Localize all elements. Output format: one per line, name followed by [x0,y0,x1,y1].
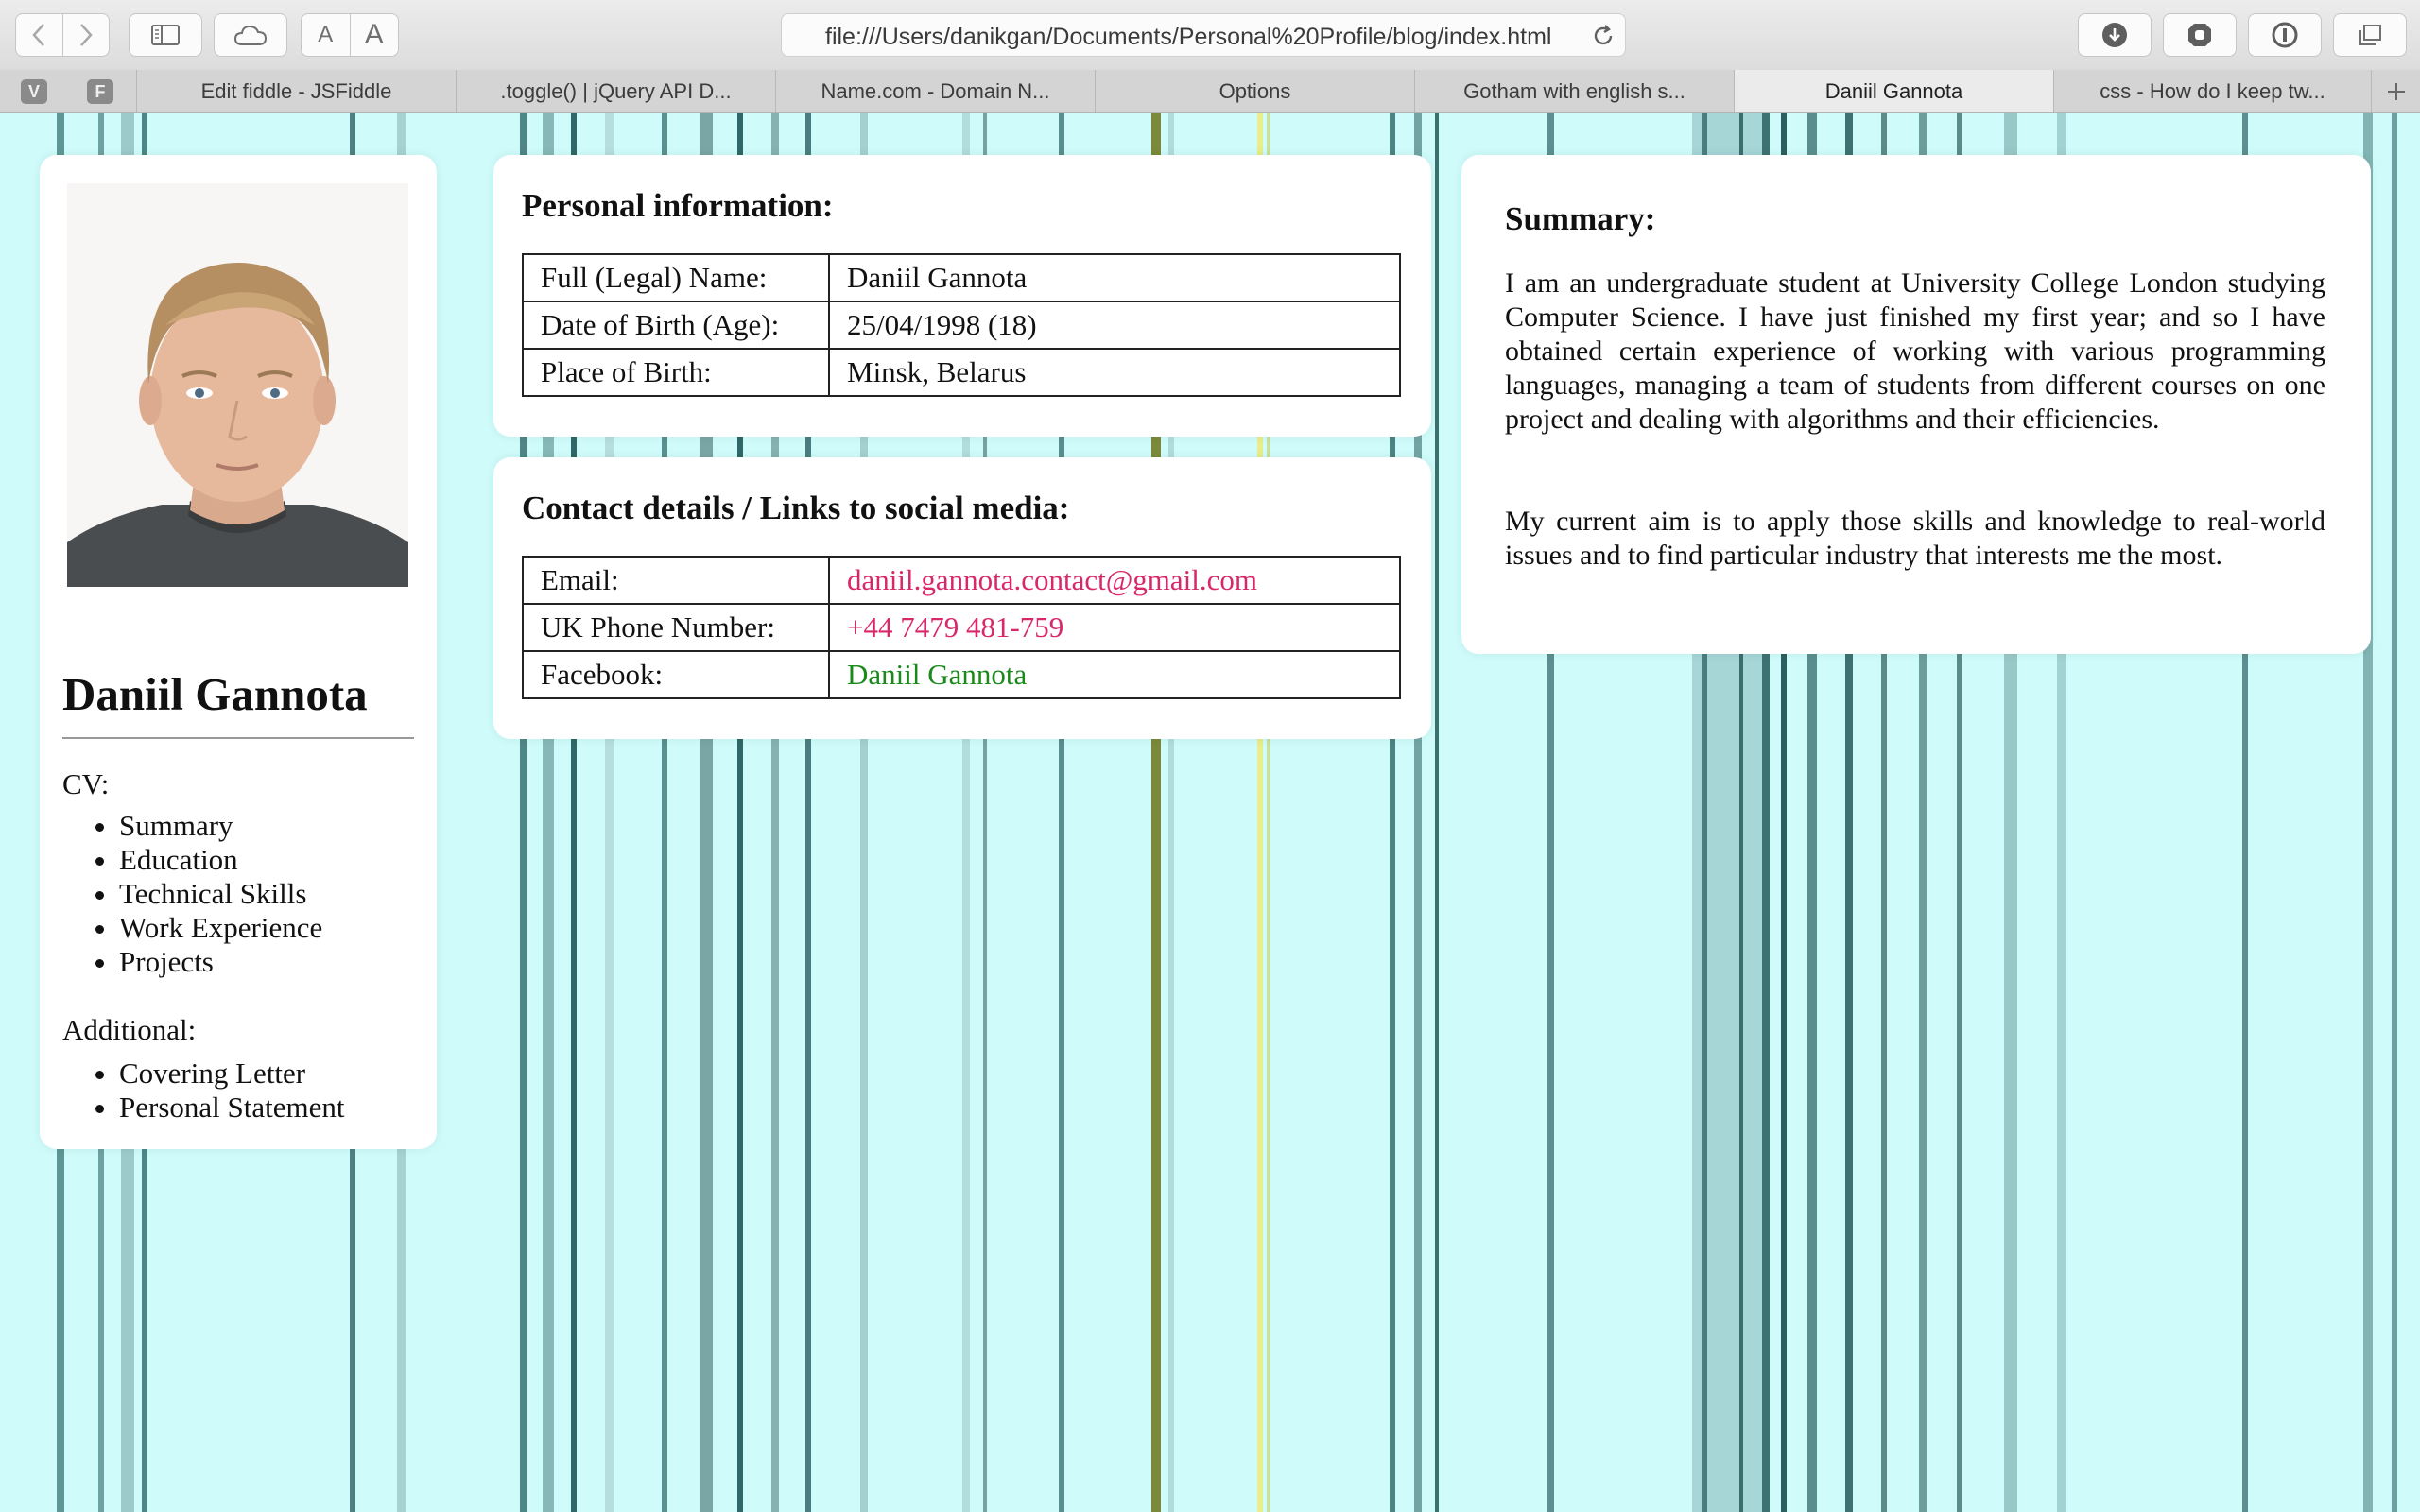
tab-gotham[interactable]: Gotham with english s... [1414,70,1734,112]
back-button[interactable] [16,14,62,56]
cv-link-work-experience[interactable]: Work Experience [119,911,322,945]
phone-link[interactable]: +44 7479 481-759 [828,603,1401,652]
facebook-link[interactable]: Daniil Gannota [828,650,1401,699]
cv-link-projects[interactable]: Projects [119,945,322,979]
table-row: Date of Birth (Age): 25/04/1998 (18) [522,301,1401,350]
extension-button[interactable] [2163,13,2237,57]
divider [62,737,414,739]
tab-bar: V F Edit fiddle - JSFiddle .toggle() | j… [0,70,2420,113]
pinned-tab-v[interactable]: V [21,79,47,104]
sidebar-button[interactable] [129,13,202,57]
text-larger-button[interactable]: A [349,14,399,56]
tab-jquery-toggle[interactable]: .toggle() | jQuery API D... [456,70,775,112]
additional-link-personal-statement[interactable]: Personal Statement [119,1091,344,1125]
field-label: Email: [522,556,830,605]
reload-icon[interactable] [1591,24,1616,48]
field-label: Place of Birth: [522,348,830,397]
downloads-button[interactable] [2078,13,2152,57]
field-label: UK Phone Number: [522,603,830,652]
profile-name: Daniil Gannota [62,668,368,720]
additional-link-covering-letter[interactable]: Covering Letter [119,1057,344,1091]
download-icon [2102,23,2127,47]
field-value: Minsk, Belarus [828,348,1401,397]
summary-card: Summary: I am an undergraduate student a… [1461,155,2371,654]
profile-photo [67,183,408,587]
tab-daniil-gannota[interactable]: Daniil Gannota [1734,70,2053,112]
pinned-tab-f[interactable]: F [87,79,113,104]
cv-link-technical-skills[interactable]: Technical Skills [119,877,322,911]
field-label: Date of Birth (Age): [522,301,830,350]
chevron-left-icon [32,24,45,46]
table-row: Full (Legal) Name: Daniil Gannota [522,253,1401,302]
table-row: Facebook: Daniil Gannota [522,650,1401,699]
contact-title: Contact details / Links to social media: [522,490,1070,526]
cv-label: CV: [62,767,110,800]
text-smaller-button[interactable]: A [302,14,350,56]
tab-css-question[interactable]: css - How do I keep tw... [2053,70,2371,112]
profile-card: Daniil Gannota CV: Summary Education Tec… [40,155,437,1149]
show-all-tabs-button[interactable] [2333,13,2407,57]
icloud-tabs-button[interactable] [214,13,287,57]
browser-toolbar: A A file:///Users/danikgan/Documents/Per… [0,0,2420,71]
password-manager-button[interactable] [2248,13,2322,57]
tab-options[interactable]: Options [1095,70,1414,112]
background-stripe [2392,113,2397,1512]
tab-jsfiddle[interactable]: Edit fiddle - JSFiddle [136,70,456,112]
table-row: Email: daniil.gannota.contact@gmail.com [522,556,1401,605]
cv-link-education[interactable]: Education [119,843,322,877]
field-label: Facebook: [522,650,830,699]
sidebar-icon [151,25,180,45]
summary-paragraph: My current aim is to apply those skills … [1505,506,2325,571]
address-bar[interactable]: file:///Users/danikgan/Documents/Persona… [781,13,1626,57]
hand-stop-icon [2188,24,2211,46]
email-link[interactable]: daniil.gannota.contact@gmail.com [828,556,1401,605]
field-value: Daniil Gannota [828,253,1401,302]
chevron-right-icon [79,24,93,46]
additional-label: Additional: [62,1013,197,1046]
text-size-buttons: A A [301,13,399,57]
plus-icon [2387,82,2405,100]
cv-menu: Summary Education Technical Skills Work … [62,809,322,979]
summary-paragraph: I am an undergraduate student at Univers… [1505,267,2325,435]
new-tab-button[interactable] [2371,70,2420,112]
table-row: Place of Birth: Minsk, Belarus [522,348,1401,397]
tabs-overview-icon [2360,25,2381,45]
forward-button[interactable] [61,14,110,56]
tab-name-com[interactable]: Name.com - Domain N... [775,70,1095,112]
contact-card: Contact details / Links to social media:… [493,457,1431,739]
personal-info-table: Full (Legal) Name: Daniil Gannota Date o… [522,253,1401,397]
personal-info-card: Personal information: Full (Legal) Name:… [493,155,1431,437]
additional-menu: Covering Letter Personal Statement [62,1057,344,1125]
field-label: Full (Legal) Name: [522,253,830,302]
contact-table: Email: daniil.gannota.contact@gmail.com … [522,556,1401,699]
url-text[interactable]: file:///Users/danikgan/Documents/Persona… [825,24,1563,51]
summary-title: Summary: [1505,200,1656,237]
field-value: 25/04/1998 (18) [828,301,1401,350]
table-row: UK Phone Number: +44 7479 481-759 [522,603,1401,652]
info-icon [2272,22,2298,48]
personal-info-title: Personal information: [522,187,834,224]
navigation-buttons [15,13,110,57]
cv-link-summary[interactable]: Summary [119,809,322,843]
cloud-icon [233,25,268,45]
background-stripe [1435,113,1439,1512]
